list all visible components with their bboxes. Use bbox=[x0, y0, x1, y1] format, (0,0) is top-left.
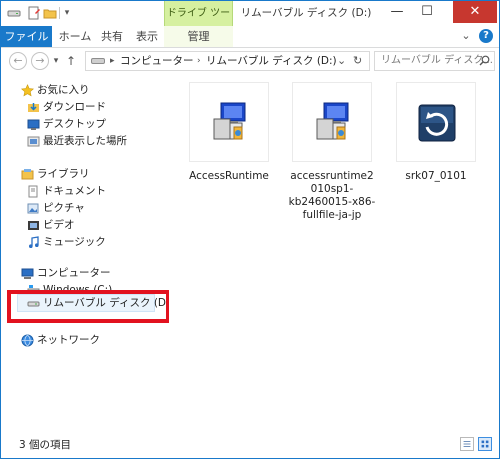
installer-package-icon bbox=[316, 102, 349, 140]
ribbon-tab-bar: ファイル ホーム 共有 表示 管理 ⌄ ? bbox=[1, 26, 499, 48]
item-count: 3 個の項目 bbox=[19, 439, 72, 451]
music-icon bbox=[29, 236, 39, 248]
quick-access-dropdown-icon[interactable]: ▾ bbox=[62, 4, 72, 22]
properties-icon[interactable] bbox=[27, 6, 41, 20]
chevron-right-icon[interactable]: ▸ bbox=[110, 52, 115, 70]
tab-file[interactable]: ファイル bbox=[1, 26, 52, 47]
back-button[interactable]: ← bbox=[9, 52, 27, 70]
minimize-button[interactable]: — bbox=[383, 1, 411, 23]
nav-item-label: ミュージック bbox=[43, 236, 106, 248]
drive-icon[interactable] bbox=[7, 6, 21, 20]
new-folder-icon[interactable] bbox=[43, 6, 57, 20]
tab-share[interactable]: 共有 bbox=[97, 26, 127, 47]
file-thumbnail bbox=[292, 82, 372, 162]
recent-locations-icon[interactable]: ▾ bbox=[51, 52, 61, 70]
maximize-button[interactable]: ☐ bbox=[413, 1, 441, 23]
drive-icon bbox=[91, 58, 105, 64]
nav-network-label: ネットワーク bbox=[37, 334, 100, 346]
nav-favorites-label: お気に入り bbox=[37, 84, 90, 96]
file-name: srk07_0101 bbox=[405, 170, 467, 182]
installer-package-icon bbox=[213, 102, 246, 140]
details-view-icon[interactable] bbox=[460, 437, 474, 451]
nav-item-label: ビデオ bbox=[43, 219, 75, 231]
close-button[interactable]: ✕ bbox=[453, 1, 497, 23]
nav-computer-label: コンピューター bbox=[37, 267, 111, 279]
file-thumbnail bbox=[396, 82, 476, 162]
explorer-window: ▾ ドライブ ツール リムーバブル ディスク (D:) — ☐ ✕ ファイル ホ… bbox=[0, 0, 500, 459]
help-icon[interactable]: ? bbox=[479, 29, 493, 43]
window-title: リムーバブル ディスク (D:) bbox=[240, 7, 372, 19]
nav-item-label: デスクトップ bbox=[43, 118, 106, 130]
nav-item-label: ダウンロード bbox=[43, 101, 106, 113]
search-icon[interactable] bbox=[479, 55, 490, 66]
up-button[interactable]: ↑ bbox=[64, 52, 78, 70]
search-box[interactable]: リムーバブル ディスク... bbox=[374, 51, 495, 71]
breadcrumb-computer[interactable]: コンピューター bbox=[120, 52, 194, 70]
navigation-pane: お気に入り ダウンロード デスクトップ 最近表示した場所 ライブラリ ドキュメン… bbox=[1, 74, 174, 429]
file-list: AccessRuntime accessruntime2010sp1-kb246… bbox=[169, 74, 499, 429]
address-row: ← → ▾ ↑ ▸ コンピューター › リムーバブル ディスク (D:) ⌄ ↻… bbox=[1, 48, 499, 74]
refresh-icon[interactable]: ↻ bbox=[353, 52, 362, 70]
network-icon bbox=[21, 334, 34, 347]
status-bar: 3 個の項目 bbox=[1, 431, 499, 458]
tab-view[interactable]: 表示 bbox=[132, 26, 162, 47]
ribbon-expand-icon[interactable]: ⌄ bbox=[459, 29, 473, 43]
search-placeholder: リムーバブル ディスク... bbox=[381, 55, 493, 66]
large-icons-view-icon[interactable] bbox=[478, 437, 492, 451]
videos-icon bbox=[28, 221, 39, 230]
contextual-tab-group: ドライブ ツール bbox=[164, 1, 233, 44]
desktop-icon bbox=[27, 119, 40, 130]
toolbar-separator bbox=[59, 7, 60, 19]
forward-button[interactable]: → bbox=[31, 52, 49, 70]
tab-manage[interactable]: 管理 bbox=[164, 26, 233, 47]
recent-places-icon bbox=[27, 136, 40, 147]
file-name: AccessRuntime bbox=[189, 170, 269, 182]
nav-libraries-label: ライブラリ bbox=[37, 168, 90, 180]
restore-app-icon bbox=[418, 104, 456, 142]
download-folder-icon bbox=[28, 103, 39, 112]
pictures-icon bbox=[27, 203, 39, 214]
star-icon bbox=[21, 84, 34, 97]
annotation-highlight-box bbox=[7, 290, 170, 323]
tab-home[interactable]: ホーム bbox=[57, 26, 93, 47]
breadcrumb-removable-disk[interactable]: リムーバブル ディスク (D:) bbox=[206, 52, 337, 70]
nav-item-label: 最近表示した場所 bbox=[43, 135, 127, 147]
documents-icon bbox=[28, 185, 38, 198]
address-bar[interactable]: ▸ コンピューター › リムーバブル ディスク (D:) ⌄ ↻ bbox=[85, 51, 370, 71]
nav-item-label: ドキュメント bbox=[43, 185, 106, 197]
nav-item-label: ピクチャ bbox=[43, 202, 85, 214]
library-icon bbox=[21, 169, 34, 180]
file-thumbnail bbox=[189, 82, 269, 162]
title-bar: ▾ ドライブ ツール リムーバブル ディスク (D:) — ☐ ✕ bbox=[1, 1, 499, 44]
chevron-down-icon[interactable]: ⌄ bbox=[337, 52, 346, 70]
file-name: accessruntime2010sp1-kb2460015-x86-fullf… bbox=[288, 170, 376, 221]
chevron-right-icon[interactable]: › bbox=[197, 52, 201, 70]
computer-icon bbox=[21, 268, 34, 279]
